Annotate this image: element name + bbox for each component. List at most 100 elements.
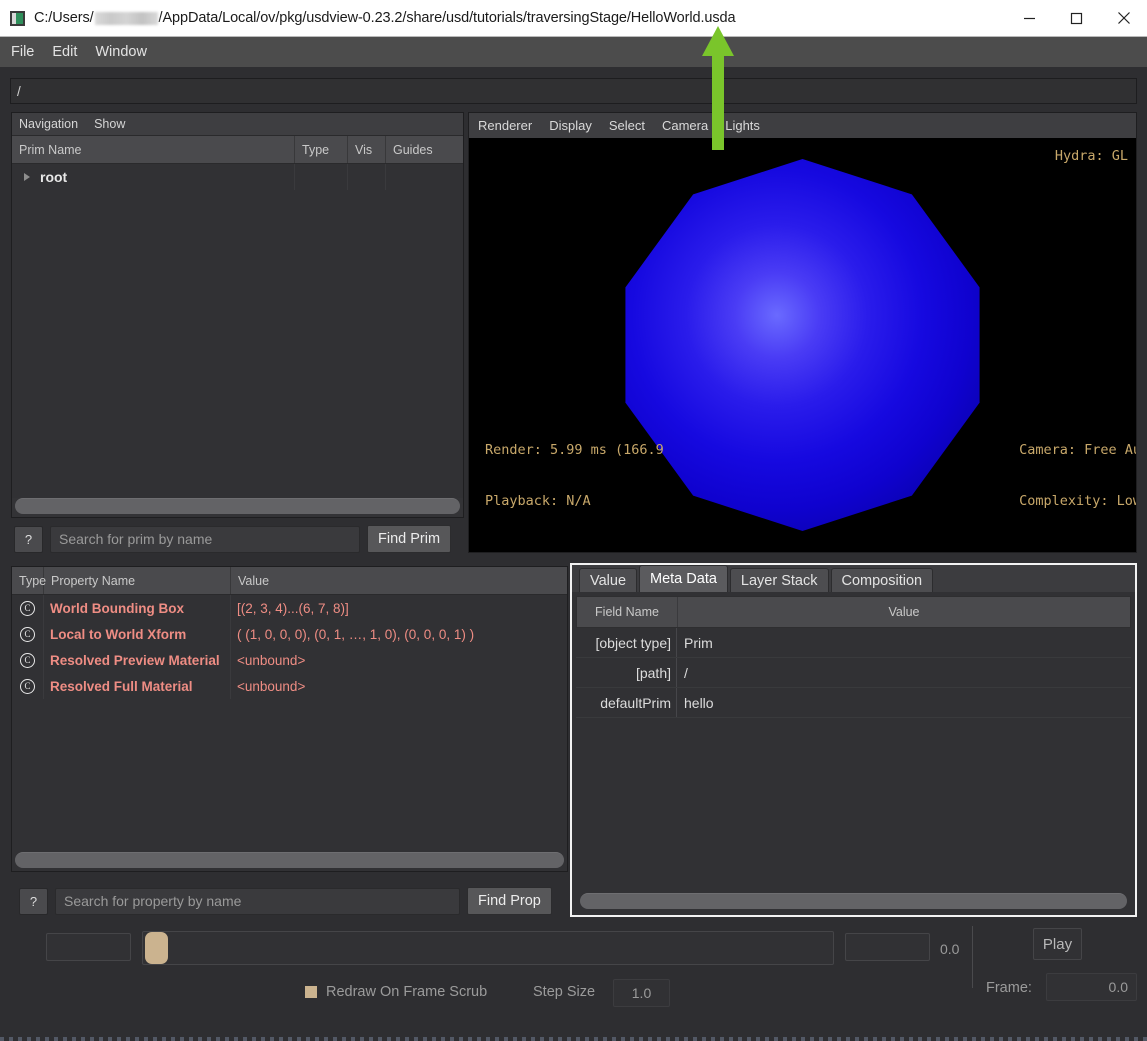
property-name-cell[interactable]: Local to World Xform xyxy=(44,621,231,647)
property-name-cell[interactable]: World Bounding Box xyxy=(44,595,231,621)
prim-table-header: Prim Name Type Vis Guides xyxy=(12,136,463,164)
window-controls xyxy=(1006,0,1147,36)
computed-property-icon: C xyxy=(20,626,35,642)
property-search-help-button[interactable]: ? xyxy=(19,887,48,915)
prim-guides-cell[interactable] xyxy=(386,164,463,190)
timeline-slider-track[interactable] xyxy=(142,931,834,965)
property-value-cell: ( (1, 0, 0, 0), (0, 1, …, 1, 0), (0, 0, … xyxy=(237,626,475,642)
table-row[interactable]: C World Bounding Box [(2, 3, 4)...(6, 7,… xyxy=(12,595,567,621)
column-header-meta-value[interactable]: Value xyxy=(678,597,1130,627)
prim-name-cell[interactable]: root xyxy=(12,164,295,190)
prim-tree-rows: root xyxy=(12,164,463,498)
meta-horizontal-scrollbar[interactable] xyxy=(580,893,1127,909)
maximize-icon xyxy=(1070,12,1083,24)
chevron-right-icon[interactable] xyxy=(24,173,30,181)
viewport-canvas[interactable]: Hydra: GL Render: 5.99 ms (166.9 Playbac… xyxy=(469,138,1136,552)
column-header-field-name[interactable]: Field Name xyxy=(577,597,678,627)
frame-input[interactable]: 0.0 xyxy=(1046,973,1137,1001)
tab-value[interactable]: Value xyxy=(579,568,638,592)
column-header-property-type[interactable]: Type xyxy=(12,567,46,594)
meta-table-header: Field Name Value xyxy=(576,596,1131,628)
computed-property-icon: C xyxy=(20,652,35,668)
meta-value-cell: hello xyxy=(684,694,714,711)
minimize-button[interactable] xyxy=(1006,0,1053,36)
step-size-input[interactable]: 1.0 xyxy=(613,979,670,1007)
column-header-vis[interactable]: Vis xyxy=(348,136,386,163)
minimize-icon xyxy=(1024,17,1035,19)
table-row[interactable]: [path] / xyxy=(576,658,1131,688)
property-search-input[interactable]: Search for property by name xyxy=(55,887,460,915)
table-row[interactable]: defaultPrim hello xyxy=(576,688,1131,718)
window-title-prefix: C:/Users/ xyxy=(34,10,94,26)
tab-meta-data[interactable]: Meta Data xyxy=(639,565,728,592)
property-value-cell: <unbound> xyxy=(237,652,306,668)
column-header-guides[interactable]: Guides xyxy=(386,136,463,163)
column-header-property-name[interactable]: Property Name xyxy=(44,567,231,594)
find-prim-button[interactable]: Find Prim xyxy=(367,525,452,553)
property-type-cell: C xyxy=(12,647,44,673)
hud-stats-right: Camera: Free Au Complexity: Low xyxy=(1019,408,1136,544)
window-title: C:/Users/ /AppData/Local/ov/pkg/usdview-0… xyxy=(34,10,736,26)
timeline-slider-handle[interactable] xyxy=(145,932,168,964)
table-row[interactable]: [object type] Prim xyxy=(576,628,1131,658)
menu-renderer[interactable]: Renderer xyxy=(476,116,534,135)
meta-field-cell: [path] xyxy=(576,658,677,687)
menu-lights[interactable]: Lights xyxy=(723,116,762,135)
prim-search-input[interactable]: Search for prim by name xyxy=(50,525,360,553)
table-row[interactable]: root xyxy=(12,164,463,190)
property-type-cell: C xyxy=(12,673,44,699)
column-header-property-value[interactable]: Value xyxy=(231,567,567,594)
find-prop-button[interactable]: Find Prop xyxy=(467,887,552,915)
step-size-label: Step Size xyxy=(533,984,596,1000)
inspector-tab-bar: Value Meta Data Layer Stack Composition xyxy=(572,565,1135,592)
hud-hydra-label: Hydra: GL xyxy=(1054,148,1128,164)
menu-window[interactable]: Window xyxy=(93,42,149,62)
prim-search-help-button[interactable]: ? xyxy=(14,525,43,553)
menu-display[interactable]: Display xyxy=(547,116,594,135)
table-row[interactable]: C Resolved Preview Material <unbound> xyxy=(12,647,567,673)
prim-vis-cell[interactable] xyxy=(348,164,386,190)
redraw-checkbox[interactable] xyxy=(305,986,317,998)
menu-select[interactable]: Select xyxy=(607,116,647,135)
redraw-label: Redraw On Frame Scrub xyxy=(326,984,488,1000)
property-table-header: Type Property Name Value xyxy=(12,567,567,595)
table-row[interactable]: C Resolved Full Material <unbound> xyxy=(12,673,567,699)
main-menu-bar: File Edit Window xyxy=(0,37,1147,67)
computed-property-icon: C xyxy=(20,678,35,694)
tab-composition[interactable]: Composition xyxy=(830,568,934,592)
property-type-cell: C xyxy=(12,595,44,621)
viewport-panel: Renderer Display Select Camera Lights Hy… xyxy=(468,112,1137,553)
title-bar: C:/Users/ /AppData/Local/ov/pkg/usdview-0… xyxy=(0,0,1147,37)
prim-name-label: root xyxy=(40,169,68,185)
status-bar xyxy=(0,1037,1147,1041)
hud-stats-left: Render: 5.99 ms (166.9 Playback: N/A xyxy=(485,408,672,544)
prim-path-field[interactable]: / xyxy=(10,78,1137,104)
menu-camera[interactable]: Camera xyxy=(660,116,710,135)
property-name-cell[interactable]: Resolved Preview Material xyxy=(44,647,231,673)
menu-file[interactable]: File xyxy=(9,42,36,62)
timeline-end-input[interactable] xyxy=(845,933,930,961)
tab-layer-stack[interactable]: Layer Stack xyxy=(729,568,829,592)
table-row[interactable]: C Local to World Xform ( (1, 0, 0, 0), (… xyxy=(12,621,567,647)
column-header-prim-name[interactable]: Prim Name xyxy=(12,136,295,163)
meta-value-cell: / xyxy=(684,664,688,681)
menu-edit[interactable]: Edit xyxy=(50,42,79,62)
frame-label: Frame: xyxy=(986,980,1032,996)
property-search-row: ? Search for property by name Find Prop xyxy=(19,887,566,915)
inspector-panel: Value Meta Data Layer Stack Composition … xyxy=(570,563,1137,917)
menu-show[interactable]: Show xyxy=(92,115,127,133)
property-horizontal-scrollbar[interactable] xyxy=(15,852,564,868)
close-button[interactable] xyxy=(1100,0,1147,36)
maximize-button[interactable] xyxy=(1053,0,1100,36)
menu-navigation[interactable]: Navigation xyxy=(17,115,80,133)
property-name-cell[interactable]: Resolved Full Material xyxy=(44,673,231,699)
meta-rows: [object type] Prim [path] / defaultPrim … xyxy=(576,628,1131,893)
column-header-type[interactable]: Type xyxy=(295,136,348,163)
property-value-cell: <unbound> xyxy=(237,678,306,694)
timeline-start-input[interactable] xyxy=(46,933,131,961)
prim-horizontal-scrollbar[interactable] xyxy=(15,498,460,514)
timeline-end-label: 0.0 xyxy=(940,941,960,957)
redraw-on-frame-scrub-row[interactable]: Redraw On Frame Scrub xyxy=(305,984,487,1000)
prim-type-cell xyxy=(295,164,348,190)
play-button[interactable]: Play xyxy=(1033,928,1082,960)
